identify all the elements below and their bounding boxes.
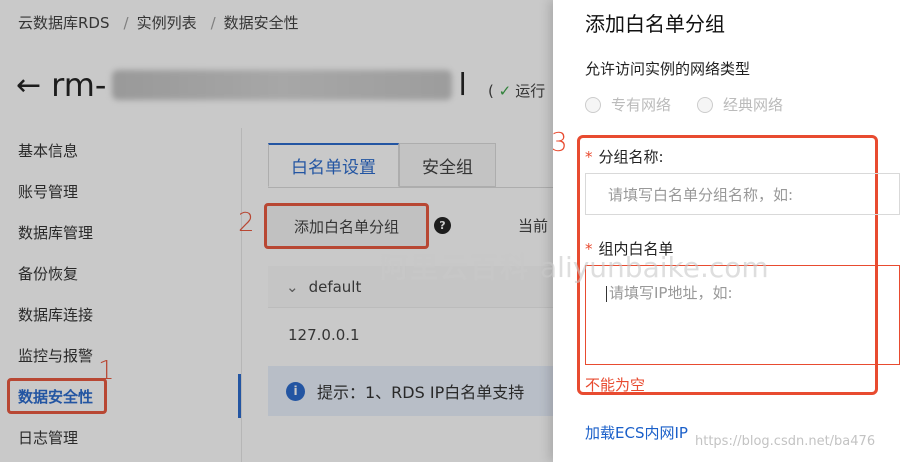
drawer-title: 添加白名单分组 [585, 12, 725, 36]
radio-classic[interactable]: 经典网络 [697, 94, 783, 115]
add-group-drawer: 添加白名单分组 允许访问实例的网络类型 专有网络 经典网络 * 分组名称: 请填写… [551, 0, 900, 462]
group-name-label: * 分组名称: [585, 146, 664, 167]
whitelist-placeholder: 请填写IP地址，如: [609, 284, 733, 302]
group-name-input[interactable]: 请填写白名单分组名称，如: [585, 173, 900, 215]
csdn-watermark: https://blog.csdn.net/ba476 [695, 434, 876, 449]
network-type-label: 允许访问实例的网络类型 [585, 60, 751, 78]
radio-circle [585, 96, 601, 113]
required-asterisk: * [585, 148, 593, 166]
error-message: 不能为空 [585, 376, 646, 394]
radio-vpc[interactable]: 专有网络 [585, 94, 671, 115]
watermark-latin: aliyunbaike.com [540, 251, 769, 284]
watermark-text: 阿里云百科 [380, 251, 531, 284]
watermark: 阿里云百科 aliyunbaike.com [380, 246, 769, 286]
network-type-radio-group: 专有网络 经典网络 [585, 94, 783, 115]
load-ecs-ip-link[interactable]: 加载ECS内网IP [585, 422, 688, 443]
text-caret [606, 285, 607, 302]
step-number-3: 3 [551, 128, 568, 158]
group-name-label-text: 分组名称: [598, 148, 664, 166]
radio-label: 经典网络 [723, 96, 784, 114]
radio-label: 专有网络 [611, 96, 672, 114]
radio-circle [697, 96, 714, 113]
overlay-mask[interactable] [0, 0, 553, 462]
